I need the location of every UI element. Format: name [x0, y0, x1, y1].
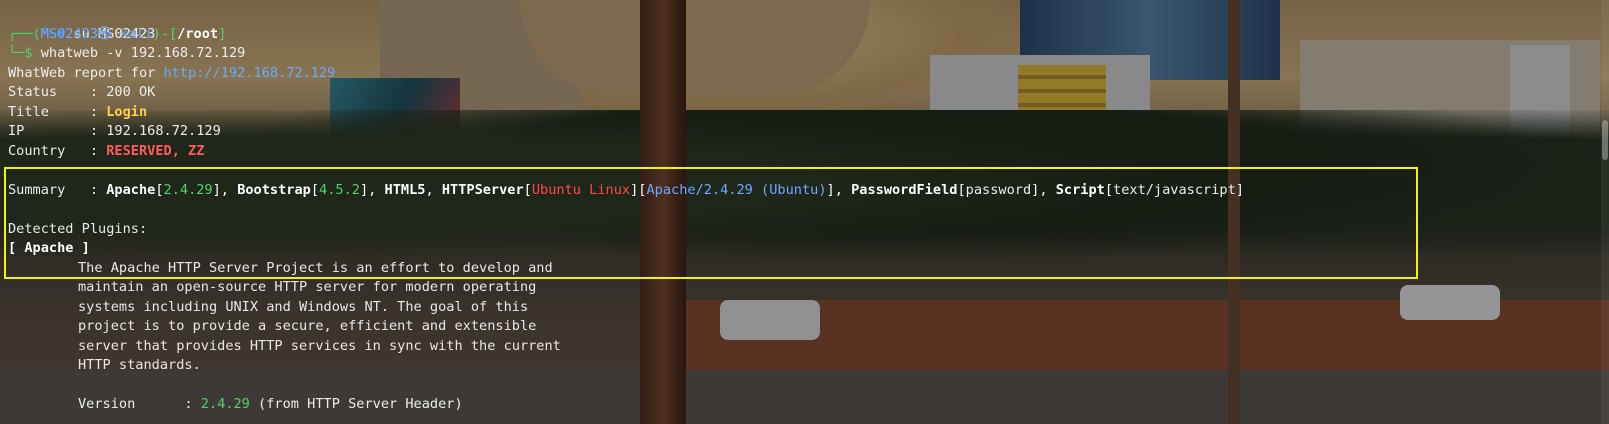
- description-line: server that provides HTTP services in sy…: [78, 338, 561, 354]
- description-line: systems including UNIX and Windows NT. T…: [78, 299, 529, 315]
- status-line: Status : 200 OK: [8, 83, 155, 102]
- cmd-prefix: └─$: [8, 45, 33, 61]
- country-line: Country : RESERVED, ZZ: [8, 142, 204, 161]
- report-url[interactable]: http://192.168.72.129: [164, 65, 336, 81]
- title-line: Title : Login: [8, 103, 147, 122]
- description-line: maintain an open-source HTTP server for …: [78, 279, 537, 295]
- prompt-end: ]: [218, 26, 227, 42]
- version-line: Version : 2.4.29 (from HTTP Server Heade…: [78, 395, 463, 414]
- summary-highlight-box: [4, 167, 1418, 279]
- country-value: RESERVED, ZZ: [106, 143, 205, 159]
- terminal-scrollbar[interactable]: [1601, 0, 1609, 424]
- command-line: └─$ whatweb -v 192.168.72.129: [8, 44, 245, 63]
- prompt-at-symbol: ㉿: [98, 26, 112, 42]
- version-key: Version :: [78, 396, 201, 412]
- status-value: 200 OK: [106, 84, 156, 100]
- prompt-line: ┌──(MS02423㉿ kali)-[/root]: [8, 25, 226, 44]
- prompt-host: kali: [119, 26, 153, 42]
- scrollbar-thumb[interactable]: [1602, 120, 1608, 160]
- version-value: 2.4.29: [200, 396, 250, 412]
- country-key: Country :: [8, 143, 107, 159]
- ip-value: 192.168.72.129: [106, 123, 221, 139]
- description-line: project is to provide a secure, efficien…: [78, 318, 537, 334]
- version-note: (from HTTP Server Header): [249, 396, 463, 412]
- title-value: Login: [106, 104, 148, 120]
- prompt-bracket: ┌──(: [8, 26, 41, 42]
- title-key: Title :: [8, 104, 107, 120]
- ip-key: IP :: [8, 123, 107, 139]
- status-key: Status :: [8, 84, 107, 100]
- prompt-dir: /root: [177, 26, 219, 42]
- prompt-mid: )-[: [152, 26, 178, 42]
- report-label: WhatWeb report for: [8, 65, 164, 81]
- description-line: HTTP standards.: [78, 357, 201, 373]
- report-line: WhatWeb report for http://192.168.72.129: [8, 64, 335, 83]
- whatweb-command: whatweb -v 192.168.72.129: [40, 45, 246, 61]
- ip-line: IP : 192.168.72.129: [8, 122, 221, 141]
- prompt-user: MS02423: [40, 26, 99, 42]
- su-command-line: └─# su MS02423: [8, 6, 156, 42]
